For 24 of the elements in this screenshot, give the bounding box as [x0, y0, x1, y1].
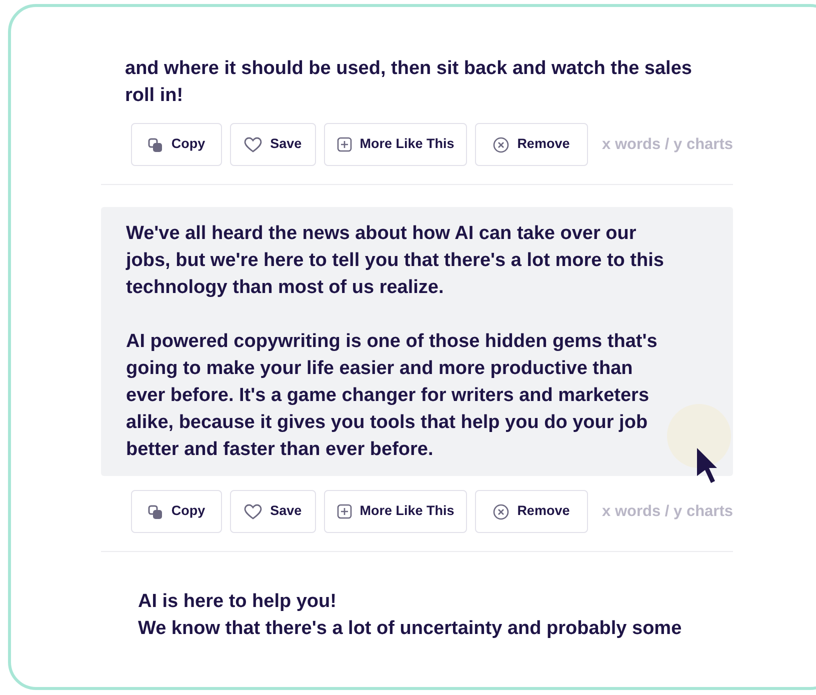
more-like-this-button[interactable]: More Like This	[324, 490, 467, 533]
save-button[interactable]: Save	[230, 490, 316, 533]
result-paragraph: and where it should be used, then sit back and watch the sales roll in!	[125, 57, 693, 108]
copy-icon	[147, 504, 164, 520]
remove-button[interactable]: Remove	[474, 123, 588, 166]
copy-button[interactable]: Copy	[131, 123, 222, 166]
result-paragraph: AI powered copywriting is one of those hidden gems that's going to make your life easier and more productive than ever before. It's a game changer for writers and marketers alike, because it gives you tools that help you do your job better and faster than ever before.	[126, 330, 658, 462]
result-paragraph: We've all heard the news about how AI can take over our jobs, but we're here to tell you that there's a lot more to this technology than most of us realize.	[126, 222, 664, 300]
more-like-this-button[interactable]: More Like This	[324, 123, 467, 166]
plus-square-icon	[336, 137, 352, 152]
word-count: x words / y charts	[602, 502, 733, 522]
close-circle-icon	[493, 136, 510, 152]
remove-button[interactable]: Remove	[474, 490, 588, 533]
heart-icon	[244, 504, 262, 520]
copy-icon	[147, 136, 164, 152]
result-paragraph: AI is here to help you!	[138, 590, 338, 614]
save-button[interactable]: Save	[230, 123, 316, 166]
word-count: x words / y charts	[602, 134, 733, 155]
heart-icon	[244, 136, 262, 152]
close-circle-icon	[493, 504, 510, 520]
result-paragraph: We know that there's a lot of uncertainty and probably some	[138, 617, 683, 641]
copy-button[interactable]: Copy	[131, 490, 222, 533]
cursor-icon	[695, 446, 719, 484]
plus-square-icon	[336, 504, 352, 519]
